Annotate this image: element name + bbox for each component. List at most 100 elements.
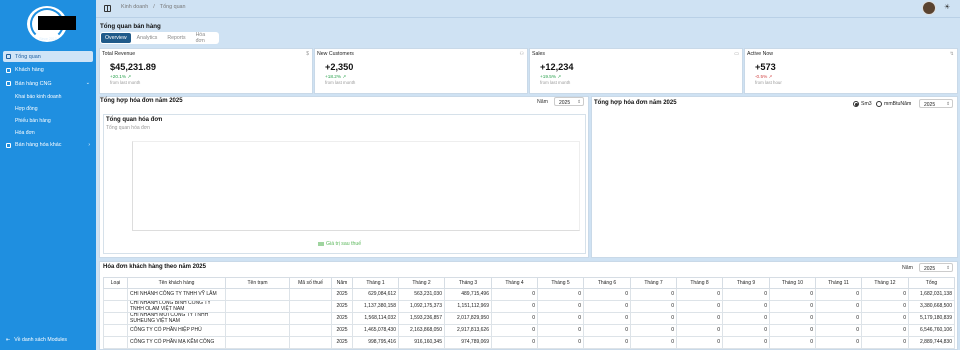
column-header: Tên trạm: [225, 277, 290, 289]
table-cell: 0: [815, 336, 862, 350]
table-cell: 0: [676, 324, 723, 338]
column-header: Tháng 6: [583, 277, 631, 289]
back-to-modules-link[interactable]: ⇤ Về danh sách Modules: [6, 337, 67, 343]
table-cell: 0: [722, 312, 770, 326]
table-cell: 489,715,496: [444, 288, 492, 301]
theme-toggle-sun-icon[interactable]: ☀: [944, 3, 950, 11]
table-cell: 0: [861, 312, 909, 326]
table-cell: 1,568,114,032: [352, 312, 399, 326]
table-cell: 0: [769, 288, 816, 301]
table-cell: 0: [630, 336, 677, 350]
table-cell: 998,795,416: [352, 336, 399, 350]
year-label: Năm: [537, 99, 548, 105]
table-cell: CÔNG TY CỔ PHẦN HIỆP PHÚ: [127, 324, 226, 338]
sidebar-subitem-invoices[interactable]: Hóa đơn: [3, 128, 93, 139]
sidebar-subitem-sales-slips[interactable]: Phiếu bán hàng: [3, 116, 93, 127]
tab-analytics[interactable]: Analytics: [133, 33, 162, 43]
column-header: Tháng 1: [352, 277, 399, 289]
goods-icon: [6, 142, 11, 148]
tab-invoices[interactable]: Hóa đơn: [192, 30, 216, 46]
sidebar-subitem-contracts[interactable]: Hợp đồng: [3, 104, 93, 115]
sidebar-subitem-business-declaration[interactable]: Khai báo kinh doanh: [3, 92, 93, 103]
invoice-volume-panel: [591, 96, 958, 258]
user-avatar[interactable]: [922, 1, 936, 15]
tab-overview[interactable]: Overview: [101, 33, 131, 43]
table-cell: 0: [491, 299, 538, 314]
legend-label: Giá trị sau thuế: [326, 241, 362, 247]
stat-value: +12,234: [540, 62, 574, 72]
stat-note: from last month: [325, 80, 356, 85]
table-row[interactable]: CHI NHÁNH LONG BÌNH CÔNG TY TNHH OLAM VI…: [103, 299, 955, 314]
table-cell: [103, 324, 128, 338]
invoice-chart-card: Tổng quan hóa đơn Tổng quan hóa đơn Giá …: [103, 114, 586, 254]
sidebar-item-overview[interactable]: Tổng quan: [3, 51, 93, 62]
stat-title: Active Now: [747, 51, 773, 57]
column-header: Tháng 11: [815, 277, 862, 289]
table-cell: 0: [722, 288, 770, 301]
table-cell: 2,889,744,830: [908, 336, 955, 350]
table-cell: 0: [769, 299, 816, 314]
page-title: Tổng quan bán hàng: [100, 23, 161, 30]
stat-card-customers: New Customers ⚇ +2,350 +18.2% ↗ from las…: [314, 48, 528, 94]
table-cell: 974,789,069: [444, 336, 492, 350]
table-cell: [103, 312, 128, 326]
table-cell: [289, 288, 332, 301]
sidebar-item-other-goods[interactable]: Bán hàng hóa khác ›: [3, 140, 93, 151]
table-cell: 2025: [331, 324, 353, 338]
table-cell: [225, 312, 290, 326]
activity-icon: ↯: [949, 51, 954, 57]
table-row[interactable]: CHI NHÁNH MỚI CÔNG TY TNHH SUHEUNG VIỆT …: [103, 312, 955, 326]
sidebar-item-label: Tổng quan: [15, 53, 41, 60]
table-cell: CHI NHÁNH MỚI CÔNG TY TNHH SUHEUNG VIỆT …: [127, 312, 226, 326]
table-row[interactable]: CÔNG TY CỔ PHẦN MẠ KẼM CÔNG 2025 998,795,4…: [103, 336, 955, 350]
unit-radio-mmbtu[interactable]: mmBtuNăm: [876, 101, 911, 107]
sidebar-item-cng-sales[interactable]: Bán hàng CNG ⌄: [3, 78, 93, 89]
table-cell: 0: [815, 288, 862, 301]
table-cell: 0: [583, 324, 631, 338]
chart-title: Tổng quan hóa đơn: [106, 117, 163, 123]
table-cell: 2025: [331, 288, 353, 301]
table-cell: 0: [722, 299, 770, 314]
table-cell: 0: [815, 312, 862, 326]
sidebar-item-label: Bán hàng hóa khác: [15, 142, 62, 148]
table-cell: [103, 336, 128, 350]
table-cell: 0: [630, 324, 677, 338]
column-header: Tổng: [908, 277, 955, 289]
logo-redaction-bar: [38, 16, 76, 30]
breadcrumb-item[interactable]: Kinh doanh: [121, 4, 148, 10]
legend-swatch: [318, 242, 324, 246]
table-cell: 0: [583, 288, 631, 301]
table-cell: 0: [722, 324, 770, 338]
sidebar-nav: Tổng quan Khách hàng Bán hàng CNG ⌄ Khai…: [3, 51, 93, 153]
column-header: Tháng 7: [630, 277, 677, 289]
table-cell: 0: [676, 336, 723, 350]
table-row[interactable]: CHI NHÁNH CÔNG TY TNHH VỸ LÂM 2025 629,084…: [103, 288, 955, 301]
column-header: Mã số thuế: [289, 277, 332, 289]
table-cell: 1,151,112,969: [444, 299, 492, 314]
table-cell: [225, 324, 290, 338]
column-header: Tháng 5: [537, 277, 584, 289]
sidebar-toggle-icon[interactable]: [104, 5, 111, 12]
stat-card-revenue: Total Revenue $ $45,231.89 +20.1% ↗ from…: [99, 48, 313, 94]
table-cell: [289, 324, 332, 338]
chart-subtitle: Tổng quan hóa đơn: [106, 125, 150, 131]
unit-radio-sm3[interactable]: Sm3: [853, 101, 872, 107]
year-select[interactable]: 2025: [919, 263, 953, 272]
chart-plot-area: [132, 141, 580, 231]
year-select[interactable]: 2025: [554, 97, 584, 106]
tab-reports[interactable]: Reports: [163, 33, 189, 43]
table-cell: 0: [676, 299, 723, 314]
chart-legend[interactable]: Giá trị sau thuế: [318, 241, 361, 247]
table-cell: 1,137,380,158: [352, 299, 399, 314]
year-select[interactable]: 2025: [919, 99, 953, 108]
table-cell: [225, 299, 290, 314]
customers-icon: [6, 67, 11, 73]
table-cell: 0: [537, 299, 584, 314]
table-row[interactable]: CÔNG TY CỔ PHẦN HIỆP PHÚ 2025 1,465,078,43…: [103, 324, 955, 338]
sidebar-item-customers[interactable]: Khách hàng: [3, 65, 93, 76]
table-cell: [289, 336, 332, 350]
stat-card-sales: Sales ▭ +12,234 +19.5% ↗ from last month: [529, 48, 743, 94]
table-cell: 0: [676, 312, 723, 326]
table-cell: 2,917,813,626: [444, 324, 492, 338]
table-cell: 0: [861, 336, 909, 350]
